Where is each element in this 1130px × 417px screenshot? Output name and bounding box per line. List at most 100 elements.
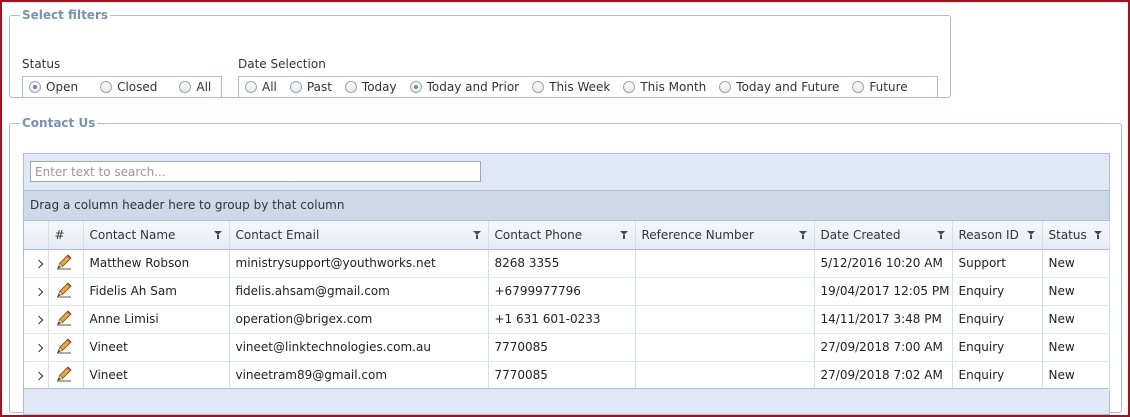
expand-chevron-icon[interactable] <box>34 343 44 353</box>
edit-cell[interactable] <box>48 305 84 334</box>
radio-button-icon[interactable] <box>100 81 113 93</box>
cell-reason: Support <box>952 249 1043 278</box>
cell-reason: Enquiry <box>952 305 1043 334</box>
filter-icon[interactable] <box>213 230 223 240</box>
radio-label: Today and Prior <box>426 80 520 94</box>
date-selection-radio-group: All Past Today Today and Prior This Week This… <box>238 76 938 98</box>
date-radio-past[interactable]: Past <box>289 80 332 94</box>
expander-cell[interactable] <box>24 333 49 362</box>
radio-button-icon[interactable] <box>852 81 865 93</box>
cell-phone: 7770085 <box>488 333 636 362</box>
status-radio-open[interactable]: Open <box>29 80 78 94</box>
filter-icon[interactable] <box>472 230 482 240</box>
contact-table: # Contact Name Contact Email Contact Phone R… <box>24 221 1110 390</box>
status-radio-group: Open Closed All <box>22 76 222 98</box>
radio-button-icon[interactable] <box>29 81 41 93</box>
cell-name: Vineet <box>83 361 230 390</box>
expander-cell[interactable] <box>24 249 49 278</box>
expand-chevron-icon[interactable] <box>34 371 44 381</box>
filter-icon[interactable] <box>1026 230 1036 240</box>
date-radio-today[interactable]: Today <box>344 80 397 94</box>
contact-us-legend: Contact Us <box>22 116 96 130</box>
expander-cell[interactable] <box>24 277 49 306</box>
column-header-contact-phone[interactable]: Contact Phone <box>488 221 636 250</box>
date-radio-all[interactable]: All <box>245 80 277 94</box>
table-row[interactable]: Vineet vineet@linktechnologies.com.au 7770… <box>24 333 1110 362</box>
edit-cell[interactable] <box>48 249 84 278</box>
radio-label: This Month <box>640 80 707 94</box>
column-header-label: Date Created <box>820 227 901 242</box>
radio-label: Open <box>46 80 79 94</box>
date-radio-today-and-future[interactable]: Today and Future <box>719 80 839 94</box>
table-row[interactable]: Anne Limisi operation@brigex.com +1 631 60… <box>24 305 1110 334</box>
cell-email: vineet@linktechnologies.com.au <box>229 333 489 362</box>
expander-cell[interactable] <box>24 305 49 334</box>
status-radio-all[interactable]: All <box>179 80 211 94</box>
date-radio-future[interactable]: Future <box>852 80 908 94</box>
filter-icon[interactable] <box>1093 230 1103 240</box>
cell-name: Fidelis Ah Sam <box>83 277 230 306</box>
table-row[interactable]: Fidelis Ah Sam fidelis.ahsam@gmail.com +67… <box>24 277 1110 306</box>
edit-cell[interactable] <box>48 277 84 306</box>
edit-pencil-icon[interactable] <box>55 365 73 383</box>
filter-icon[interactable] <box>619 230 629 240</box>
radio-button-icon[interactable] <box>409 81 422 93</box>
edit-cell[interactable] <box>48 333 84 362</box>
radio-button-icon[interactable] <box>179 81 192 93</box>
column-header-contact-email[interactable]: Contact Email <box>229 221 489 250</box>
date-radio-this-month[interactable]: This Month <box>623 80 706 94</box>
expander-cell[interactable] <box>24 361 49 390</box>
cell-email: vineetram89@gmail.com <box>229 361 489 390</box>
search-input[interactable] <box>30 161 481 182</box>
cell-name: Vineet <box>83 333 230 362</box>
edit-pencil-icon[interactable] <box>55 337 73 355</box>
column-header-reason-id[interactable]: Reason ID <box>952 221 1043 250</box>
edit-pencil-icon[interactable] <box>55 253 73 271</box>
status-radio-closed[interactable]: Closed <box>100 80 157 94</box>
column-header-label: Contact Email <box>235 227 320 242</box>
column-header-label: Status <box>1048 227 1087 242</box>
contact-grid: Drag a column header here to group by th… <box>23 153 1110 415</box>
column-header-index[interactable]: # <box>48 221 84 250</box>
cell-reason: Enquiry <box>952 277 1043 306</box>
date-radio-this-week[interactable]: This Week <box>532 80 610 94</box>
radio-label: Future <box>869 80 908 94</box>
expand-chevron-icon[interactable] <box>34 259 44 269</box>
column-header-reference-number[interactable]: Reference Number <box>635 221 815 250</box>
edit-pencil-icon[interactable] <box>55 309 73 327</box>
expand-chevron-icon[interactable] <box>34 287 44 297</box>
radio-label: Today and Future <box>736 80 840 94</box>
radio-button-icon[interactable] <box>623 81 636 93</box>
cell-status: New <box>1042 361 1110 390</box>
radio-label: All <box>196 80 212 94</box>
grid-footer <box>24 388 1109 414</box>
cell-status: New <box>1042 249 1110 278</box>
cell-phone: 8268 3355 <box>488 249 636 278</box>
radio-button-icon[interactable] <box>344 81 357 93</box>
column-header-contact-name[interactable]: Contact Name <box>83 221 230 250</box>
table-row[interactable]: Matthew Robson ministrysupport@youthworks… <box>24 249 1110 278</box>
filters-legend: Select filters <box>22 8 109 22</box>
radio-label: All <box>262 80 277 94</box>
expand-chevron-icon[interactable] <box>34 315 44 325</box>
date-radio-today-and-prior[interactable]: Today and Prior <box>409 80 520 94</box>
filter-icon[interactable] <box>798 230 808 240</box>
cell-ref <box>635 361 815 390</box>
radio-button-icon[interactable] <box>719 81 732 93</box>
group-by-panel[interactable]: Drag a column header here to group by th… <box>24 190 1109 221</box>
filter-icon[interactable] <box>936 230 946 240</box>
cell-status: New <box>1042 305 1110 334</box>
radio-button-icon[interactable] <box>245 81 257 93</box>
column-header-status[interactable]: Status <box>1042 221 1110 250</box>
edit-cell[interactable] <box>48 361 84 390</box>
expander-header <box>24 221 49 250</box>
edit-pencil-icon[interactable] <box>55 281 73 299</box>
select-filters-panel: Select filters Status Open Closed All Date… <box>9 8 951 98</box>
column-header-label: # <box>54 227 65 242</box>
cell-status: New <box>1042 333 1110 362</box>
radio-button-icon[interactable] <box>289 81 302 93</box>
column-header-date-created[interactable]: Date Created <box>814 221 953 250</box>
radio-button-icon[interactable] <box>532 81 545 93</box>
radio-label: Closed <box>117 80 158 94</box>
table-row[interactable]: Vineet vineetram89@gmail.com 7770085 27/09/… <box>24 361 1110 390</box>
